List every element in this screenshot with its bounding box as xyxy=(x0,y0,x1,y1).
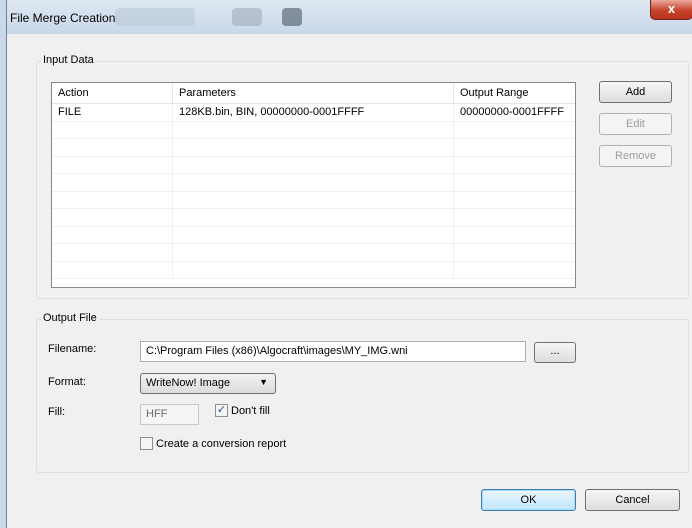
empty-row xyxy=(52,191,575,209)
empty-row xyxy=(52,156,575,174)
table-row[interactable]: FILE 128KB.bin, BIN, 00000000-0001FFFF 0… xyxy=(52,104,575,122)
filename-label: Filename: xyxy=(48,343,97,355)
blurred-background xyxy=(282,8,302,26)
blurred-background xyxy=(232,8,262,26)
checkbox-box xyxy=(140,437,153,450)
remove-button[interactable]: Remove xyxy=(599,145,672,167)
cancel-button[interactable]: Cancel xyxy=(585,489,680,511)
chevron-down-icon: ▼ xyxy=(259,377,268,387)
cell-parameters: 128KB.bin, BIN, 00000000-0001FFFF xyxy=(173,104,454,121)
empty-row xyxy=(52,121,575,139)
cell-output-range: 00000000-0001FFFF xyxy=(460,106,564,118)
title-bar: File Merge Creation x xyxy=(7,0,692,34)
dialog-content: Input Data Action Parameters Output Rang… xyxy=(15,34,692,528)
input-data-group: Input Data Action Parameters Output Rang… xyxy=(36,54,689,299)
column-header-action[interactable]: Action xyxy=(52,83,173,103)
empty-row xyxy=(52,226,575,244)
dont-fill-checkbox[interactable]: ✓ Don't fill xyxy=(215,404,270,417)
dont-fill-label: Don't fill xyxy=(231,404,270,417)
input-data-group-title: Input Data xyxy=(41,54,96,66)
cell-action: FILE xyxy=(52,104,173,121)
add-button[interactable]: Add xyxy=(599,81,672,103)
window-title: File Merge Creation xyxy=(10,11,116,25)
empty-row xyxy=(52,209,575,227)
browse-button[interactable]: ... xyxy=(534,342,576,363)
conversion-report-label: Create a conversion report xyxy=(156,437,287,450)
output-file-group: Output File Filename: C:\Program Files (… xyxy=(36,312,689,473)
table-header: Action Parameters Output Range xyxy=(52,83,575,104)
format-selected-value: WriteNow! Image xyxy=(146,377,231,389)
empty-row xyxy=(52,139,575,157)
empty-row xyxy=(52,174,575,192)
empty-row xyxy=(52,261,575,279)
column-header-parameters[interactable]: Parameters xyxy=(173,83,454,103)
fill-label: Fill: xyxy=(48,406,66,418)
close-button[interactable]: x xyxy=(650,0,692,20)
file-merge-creation-window: File Merge Creation x Input Data Action … xyxy=(6,0,692,528)
close-icon: x xyxy=(667,1,676,16)
format-label: Format: xyxy=(48,376,86,388)
column-header-output-range[interactable]: Output Range xyxy=(454,83,575,103)
checkmark-icon: ✓ xyxy=(215,404,228,417)
empty-row xyxy=(52,244,575,262)
blurred-background xyxy=(115,8,195,26)
conversion-report-checkbox[interactable]: Create a conversion report xyxy=(140,437,286,450)
format-select[interactable]: WriteNow! Image ▼ xyxy=(140,373,276,394)
ok-button[interactable]: OK xyxy=(481,489,576,511)
fill-input[interactable]: HFF xyxy=(140,404,199,425)
input-data-table[interactable]: Action Parameters Output Range FILE 128K… xyxy=(51,82,576,288)
edit-button[interactable]: Edit xyxy=(599,113,672,135)
filename-input[interactable]: C:\Program Files (x86)\Algocraft\images\… xyxy=(140,341,526,362)
output-file-group-title: Output File xyxy=(41,312,99,324)
